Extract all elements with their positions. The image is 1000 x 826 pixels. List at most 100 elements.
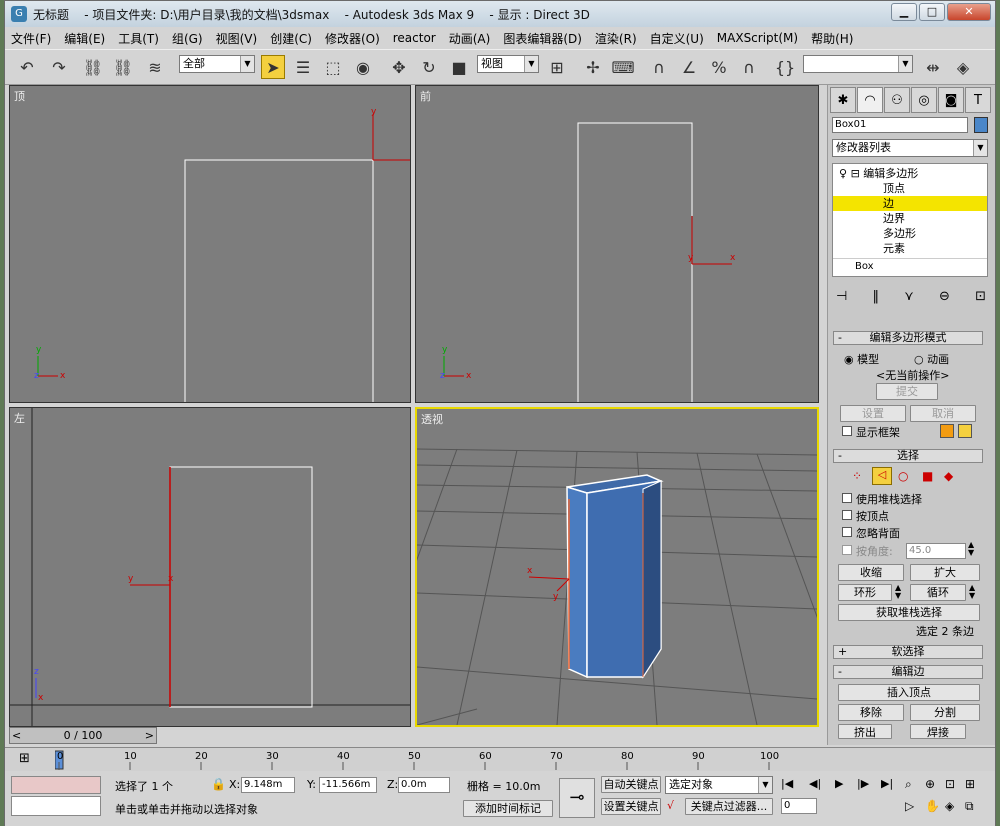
remove-modifier-icon[interactable]: ⊖	[939, 289, 950, 309]
create-tab-icon[interactable]: ✱	[830, 87, 856, 113]
add-time-tag-button[interactable]: 添加时间标记	[463, 800, 553, 817]
pan-icon[interactable]: ✋	[925, 799, 940, 813]
scale-icon[interactable]: ■	[447, 55, 471, 79]
animate-radio[interactable]: ○ 动画	[914, 351, 949, 367]
menu-customize[interactable]: 自定义(U)	[650, 30, 704, 47]
zoom-all-icon[interactable]: ⊕	[925, 777, 935, 791]
snap-3d-icon[interactable]: ∩	[647, 55, 671, 79]
ref-coord-dropdown[interactable]: 视图 ▼	[477, 55, 539, 73]
show-end-result-icon[interactable]: ‖	[873, 289, 880, 309]
lightbulb-icon[interactable]: ♀	[839, 167, 847, 180]
pivot-icon[interactable]: ⊞	[545, 55, 569, 79]
motion-tab-icon[interactable]: ◎	[911, 87, 937, 113]
rollout-header-edit-edges[interactable]: - 编辑边	[833, 665, 983, 679]
current-frame-field[interactable]: 0	[781, 798, 817, 814]
object-name-field[interactable]: Box01	[832, 117, 968, 133]
edit-named-sel-icon[interactable]: {}	[773, 55, 797, 79]
menu-maxscript[interactable]: MAXScript(M)	[717, 31, 798, 45]
menu-graph-editors[interactable]: 图表编辑器(D)	[503, 30, 582, 47]
y-coord-field[interactable]: -11.566m	[319, 777, 377, 793]
key-filters-button[interactable]: 关键点过滤器...	[685, 798, 773, 815]
minimize-button[interactable]: ▁	[891, 3, 917, 21]
link-icon[interactable]: ⛓	[81, 55, 105, 79]
pin-stack-icon[interactable]: ⊣	[836, 289, 847, 309]
zoom-extents-icon[interactable]: ⊡	[945, 777, 955, 791]
time-slider[interactable]: < 0 / 100 >	[9, 727, 157, 744]
stack-item-border[interactable]: 边界	[833, 211, 987, 226]
edge-mode-icon[interactable]: ◁	[872, 467, 892, 485]
keyboard-shortcut-icon[interactable]: ⌨	[611, 55, 635, 79]
use-stack-selection-checkbox[interactable]	[842, 493, 852, 503]
cancel-button[interactable]: 取消	[910, 405, 976, 422]
loop-spinner-icon[interactable]: ▲ ▼	[969, 584, 975, 600]
ignore-backfacing-checkbox[interactable]	[842, 527, 852, 537]
percent-snap-icon[interactable]: %	[707, 55, 731, 79]
object-color-swatch[interactable]	[974, 117, 988, 133]
angle-value-field[interactable]: 45.0	[906, 543, 966, 559]
close-button[interactable]: ✕	[947, 3, 991, 21]
menu-tools[interactable]: 工具(T)	[118, 30, 159, 47]
named-selection-dropdown[interactable]: ▼	[803, 55, 913, 73]
spinner-snap-icon[interactable]: ∩	[737, 55, 761, 79]
stack-item-root[interactable]: ♀ ⊟ 编辑多边形	[833, 166, 987, 181]
lock-selection-icon[interactable]: 🔒	[211, 777, 226, 791]
show-cage-checkbox[interactable]	[842, 426, 852, 436]
stack-item-polygon[interactable]: 多边形	[833, 226, 987, 241]
configure-sets-icon[interactable]: ⊡	[975, 289, 986, 309]
weld-button[interactable]: 焊接	[910, 724, 966, 739]
ring-spinner-icon[interactable]: ▲ ▼	[895, 584, 901, 600]
menu-animation[interactable]: 动画(A)	[449, 30, 491, 47]
by-angle-checkbox[interactable]	[842, 545, 852, 555]
viewport-left[interactable]: 左 y x z x	[9, 407, 411, 727]
select-by-name-icon[interactable]: ☰	[291, 55, 315, 79]
prev-frame-icon[interactable]: ◀|	[809, 777, 821, 790]
key-mode-dropdown[interactable]: 选定对象 ▼	[665, 776, 773, 794]
shrink-button[interactable]: 收缩	[838, 564, 904, 581]
move-icon[interactable]: ✥	[387, 55, 411, 79]
polygon-mode-icon[interactable]: ■	[922, 469, 933, 483]
stack-item-vertex[interactable]: 顶点	[833, 181, 987, 196]
maxscript-listener-white[interactable]	[11, 796, 101, 816]
menu-create[interactable]: 创建(C)	[270, 30, 312, 47]
display-tab-icon[interactable]: ◙	[938, 87, 964, 113]
menu-group[interactable]: 组(G)	[172, 30, 203, 47]
ring-button[interactable]: 环形	[838, 584, 892, 601]
mirror-icon[interactable]: ⇹	[921, 55, 945, 79]
next-frame-icon[interactable]: |▶	[857, 777, 869, 790]
menu-rendering[interactable]: 渲染(R)	[595, 30, 637, 47]
viewport-top[interactable]: 顶 y y x z	[9, 85, 411, 403]
element-mode-icon[interactable]: ◆	[944, 469, 953, 483]
set-key-icon[interactable]: ⊸	[559, 778, 595, 818]
undo-icon[interactable]: ↶	[15, 55, 39, 79]
z-coord-field[interactable]: 0.0m	[398, 777, 450, 793]
angle-snap-icon[interactable]: ∠	[677, 55, 701, 79]
maxscript-listener-pink[interactable]	[11, 776, 101, 794]
selection-filter-dropdown[interactable]: 全部 ▼	[179, 55, 255, 73]
modifier-list-dropdown[interactable]: 修改器列表 ▼	[832, 139, 988, 157]
redo-icon[interactable]: ↷	[47, 55, 71, 79]
border-mode-icon[interactable]: ○	[898, 469, 908, 483]
set-key-button[interactable]: 设置关键点	[601, 798, 661, 815]
menu-help[interactable]: 帮助(H)	[811, 30, 853, 47]
get-stack-selection-button[interactable]: 获取堆栈选择	[838, 604, 980, 621]
utilities-tab-icon[interactable]: T	[965, 87, 991, 113]
app-logo-icon[interactable]: G	[11, 6, 27, 22]
zoom-icon[interactable]: ⌕	[905, 777, 912, 792]
menu-modifiers[interactable]: 修改器(O)	[325, 30, 380, 47]
maximize-viewport-icon[interactable]: ⧉	[965, 799, 974, 814]
modify-tab-icon[interactable]: ◠	[857, 87, 883, 113]
track-bar[interactable]: ⊞ 0 10 20 30 40 50 60 70 80 90 100	[5, 747, 995, 771]
align-icon[interactable]: ◈	[951, 55, 975, 79]
viewport-perspective[interactable]: 透视 x y	[415, 407, 819, 727]
window-crossing-icon[interactable]: ◉	[351, 55, 375, 79]
menu-edit[interactable]: 编辑(E)	[64, 30, 105, 47]
menu-views[interactable]: 视图(V)	[216, 30, 258, 47]
cage-color-swatch-1[interactable]	[940, 424, 954, 438]
unlink-icon[interactable]: ⛓	[111, 55, 135, 79]
curve-editor-icon[interactable]: ⊞	[19, 751, 30, 766]
insert-vertex-button[interactable]: 插入顶点	[838, 684, 980, 701]
stack-item-box[interactable]: Box	[833, 258, 987, 273]
cage-color-swatch-2[interactable]	[958, 424, 972, 438]
rollout-header-soft-selection[interactable]: + 软选择	[833, 645, 983, 659]
goto-start-icon[interactable]: |◀	[781, 777, 793, 790]
